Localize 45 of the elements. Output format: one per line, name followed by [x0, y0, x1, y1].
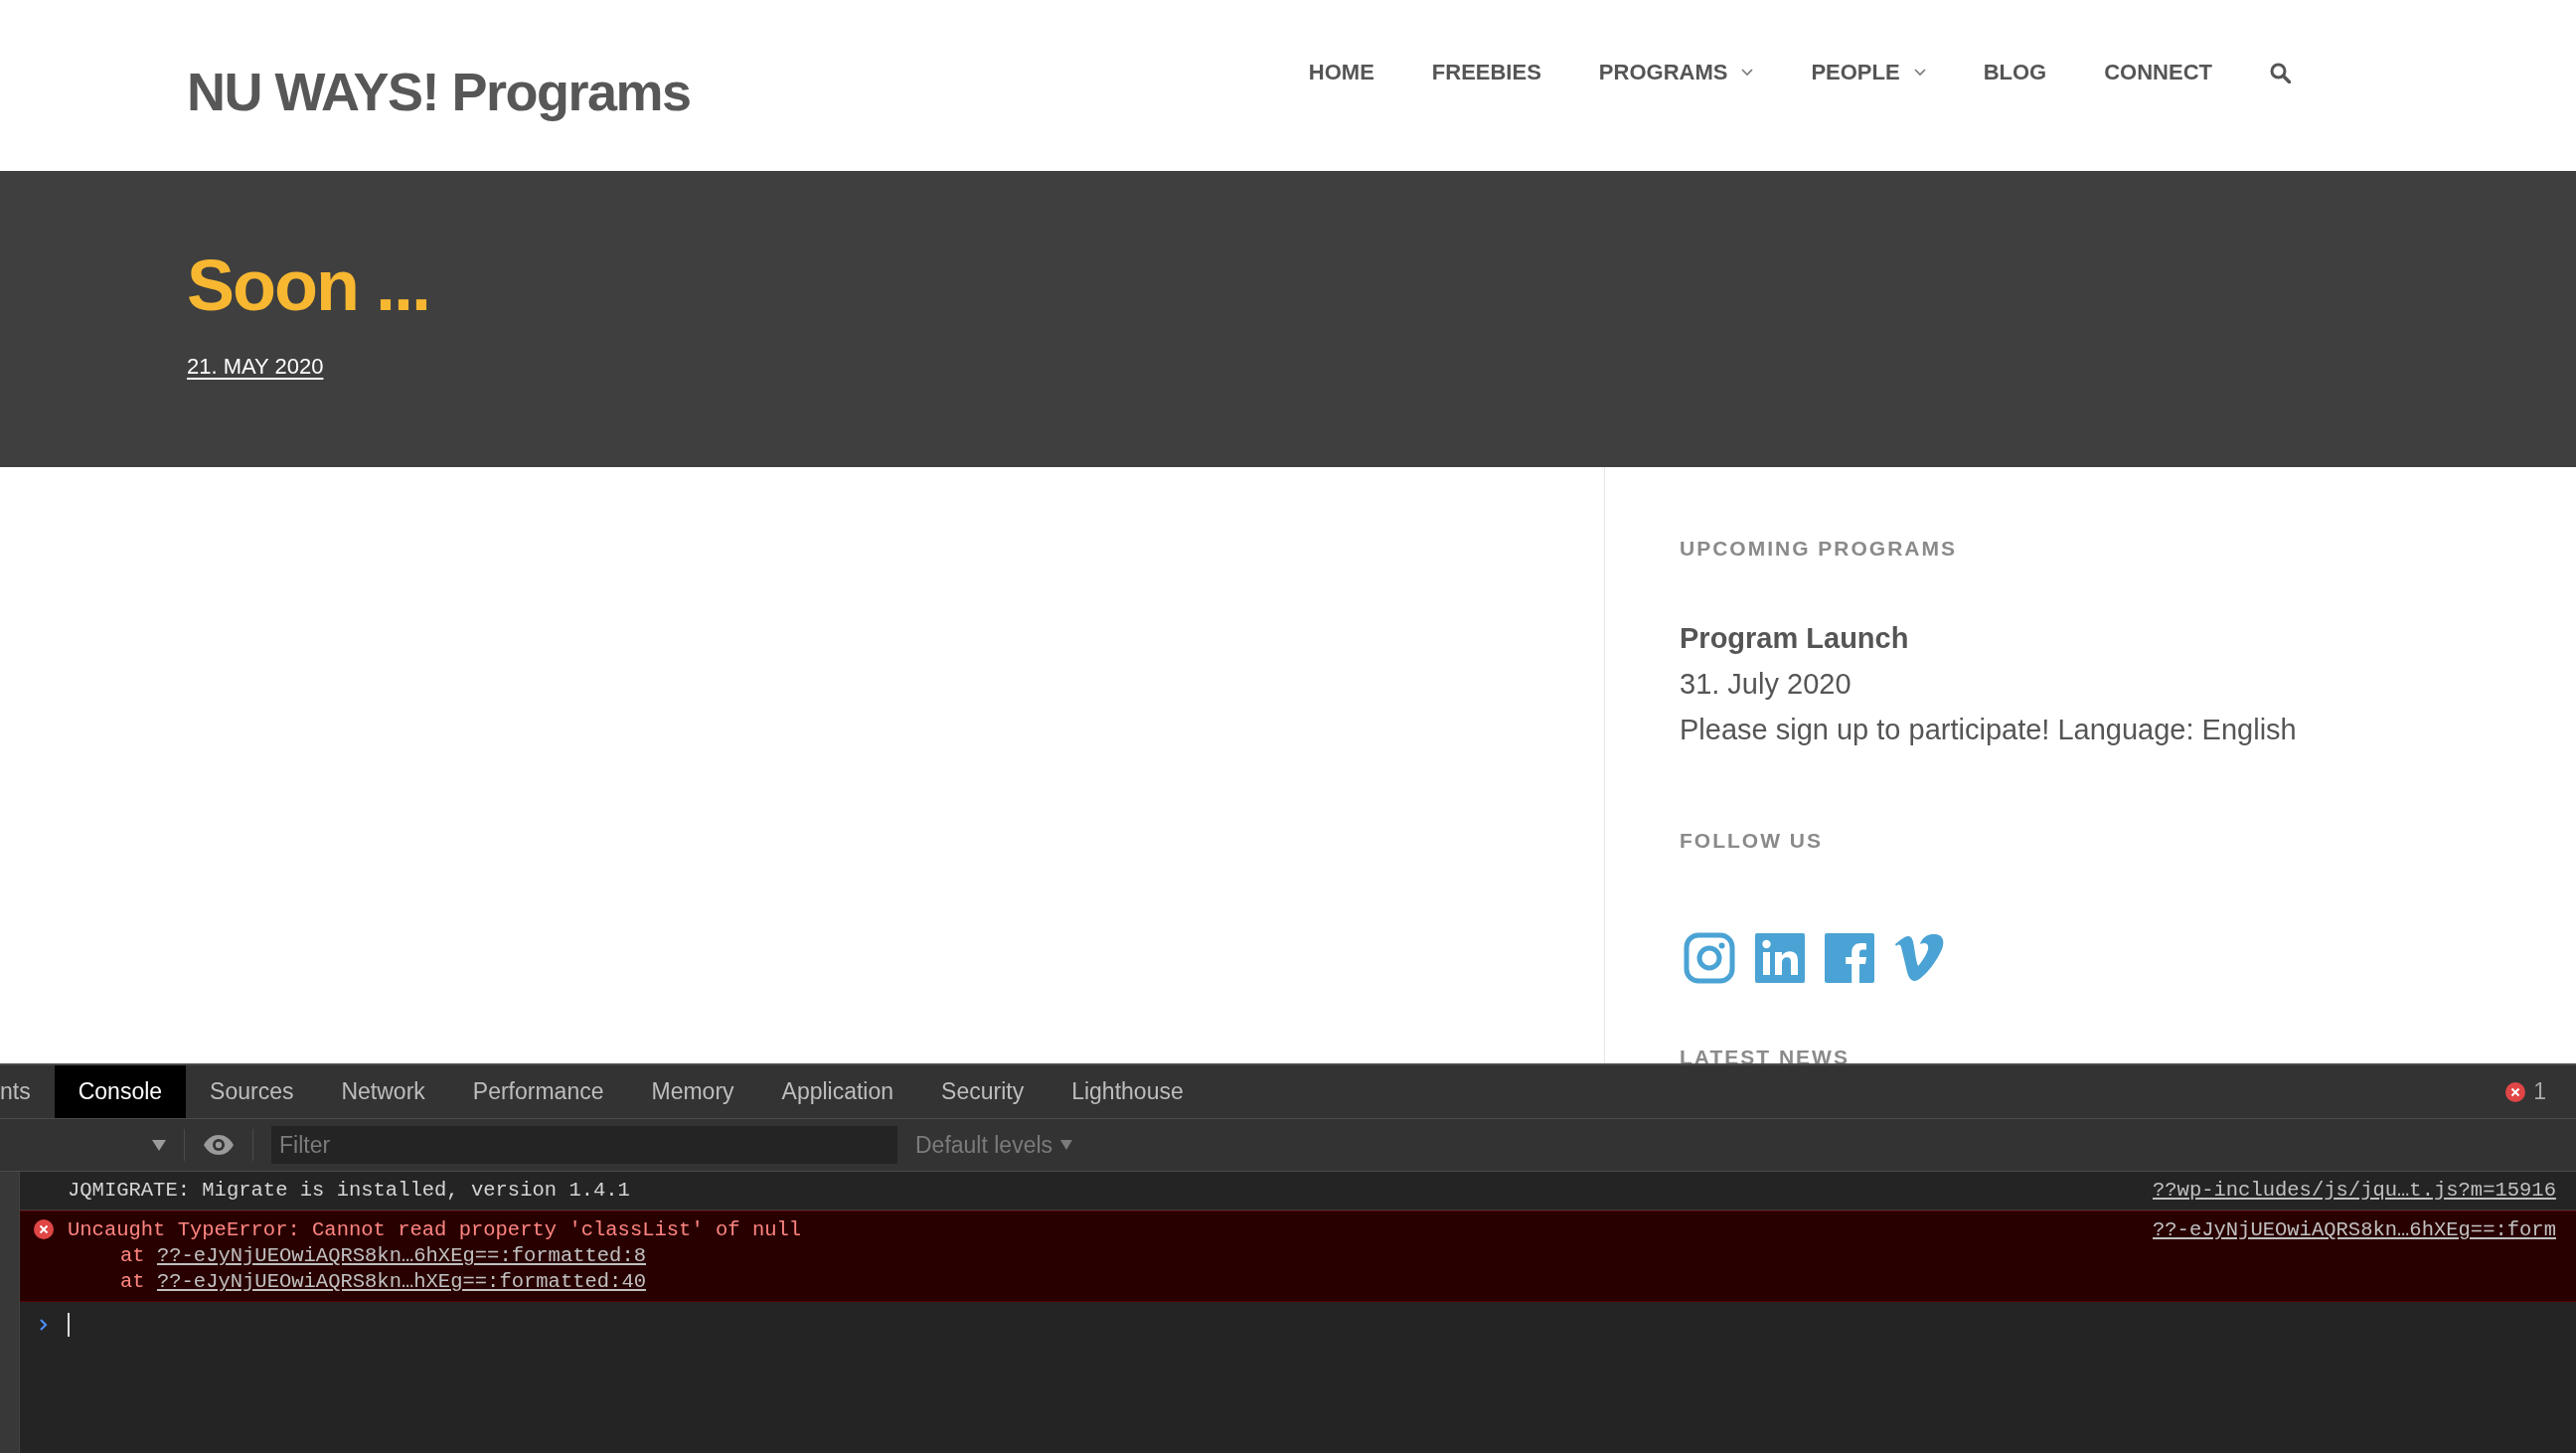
- facebook-icon[interactable]: [1825, 933, 1874, 983]
- devtools-tab[interactable]: Security: [917, 1065, 1048, 1118]
- search-icon[interactable]: [2270, 62, 2291, 83]
- stack-link[interactable]: ??-eJyNjUEOwiAQRS8kn…6hXEg==:formatted:8: [156, 1244, 646, 1267]
- nav-link[interactable]: PEOPLE: [1811, 60, 1926, 85]
- event-date: 31. July 2020: [1680, 667, 1852, 702]
- nav-link[interactable]: FREEBIES: [1431, 60, 1541, 85]
- stack-link[interactable]: ??-eJyNjUEOwiAQRS8kn…hXEg==:formatted:40: [156, 1270, 646, 1293]
- source-link[interactable]: ??wp-includes/js/jqu…t.js?m=15916: [2153, 1178, 2556, 1204]
- widget-heading: FOLLOW US: [1680, 829, 1823, 853]
- nav-link[interactable]: HOME: [1308, 60, 1374, 85]
- site-logo[interactable]: NU WAYS! Programs: [187, 61, 691, 122]
- source-link[interactable]: ??-eJyNjUEOwiAQRS8kn…6hXEg==:form: [2153, 1217, 2556, 1243]
- devtools-tab[interactable]: nts: [0, 1065, 55, 1118]
- chevron-down-icon: [1913, 69, 1926, 77]
- text-cursor: [68, 1313, 70, 1337]
- stack-prefix: at: [120, 1244, 145, 1267]
- error-icon: [2505, 1081, 2526, 1102]
- linkedin-icon[interactable]: [1755, 933, 1805, 983]
- instagram-icon[interactable]: [1684, 932, 1735, 984]
- filter-field[interactable]: Filter: [271, 1126, 897, 1164]
- nav-link[interactable]: BLOG: [1983, 60, 2047, 85]
- devtools-tab[interactable]: Console: [54, 1065, 187, 1118]
- devtools-tab[interactable]: Application: [757, 1065, 918, 1118]
- eye-icon[interactable]: [203, 1135, 235, 1155]
- page-title: Soon ...: [187, 244, 429, 327]
- devtools-tab[interactable]: Lighthouse: [1047, 1065, 1208, 1118]
- log-message: JQMIGRATE: Migrate is installed, version 1.4.1: [68, 1179, 630, 1202]
- chevron-down-icon: [1741, 69, 1754, 77]
- error-icon: [34, 1219, 54, 1239]
- error-message: Uncaught TypeError: Cannot read property 'classList' of null: [68, 1218, 802, 1241]
- event-title[interactable]: Program Launch: [1680, 618, 1909, 658]
- dropdown-arrow-icon[interactable]: [152, 1139, 166, 1151]
- devtools-tab[interactable]: Performance: [448, 1065, 628, 1118]
- post-date[interactable]: 21. MAY 2020: [187, 354, 324, 381]
- devtools-tab[interactable]: Sources: [186, 1065, 318, 1118]
- nav-link[interactable]: PROGRAMS: [1598, 60, 1754, 85]
- stack-prefix: at: [120, 1270, 145, 1293]
- widget-heading: UPCOMING PROGRAMS: [1680, 537, 1957, 561]
- prompt-icon: [39, 1318, 49, 1332]
- event-description: Please sign up to participate! Language: English: [1680, 713, 2297, 747]
- devtools-tab[interactable]: Network: [317, 1065, 449, 1118]
- nav-link[interactable]: CONNECT: [2104, 60, 2212, 85]
- error-count[interactable]: 1: [2533, 1078, 2546, 1105]
- devtools-tab[interactable]: Memory: [627, 1065, 758, 1118]
